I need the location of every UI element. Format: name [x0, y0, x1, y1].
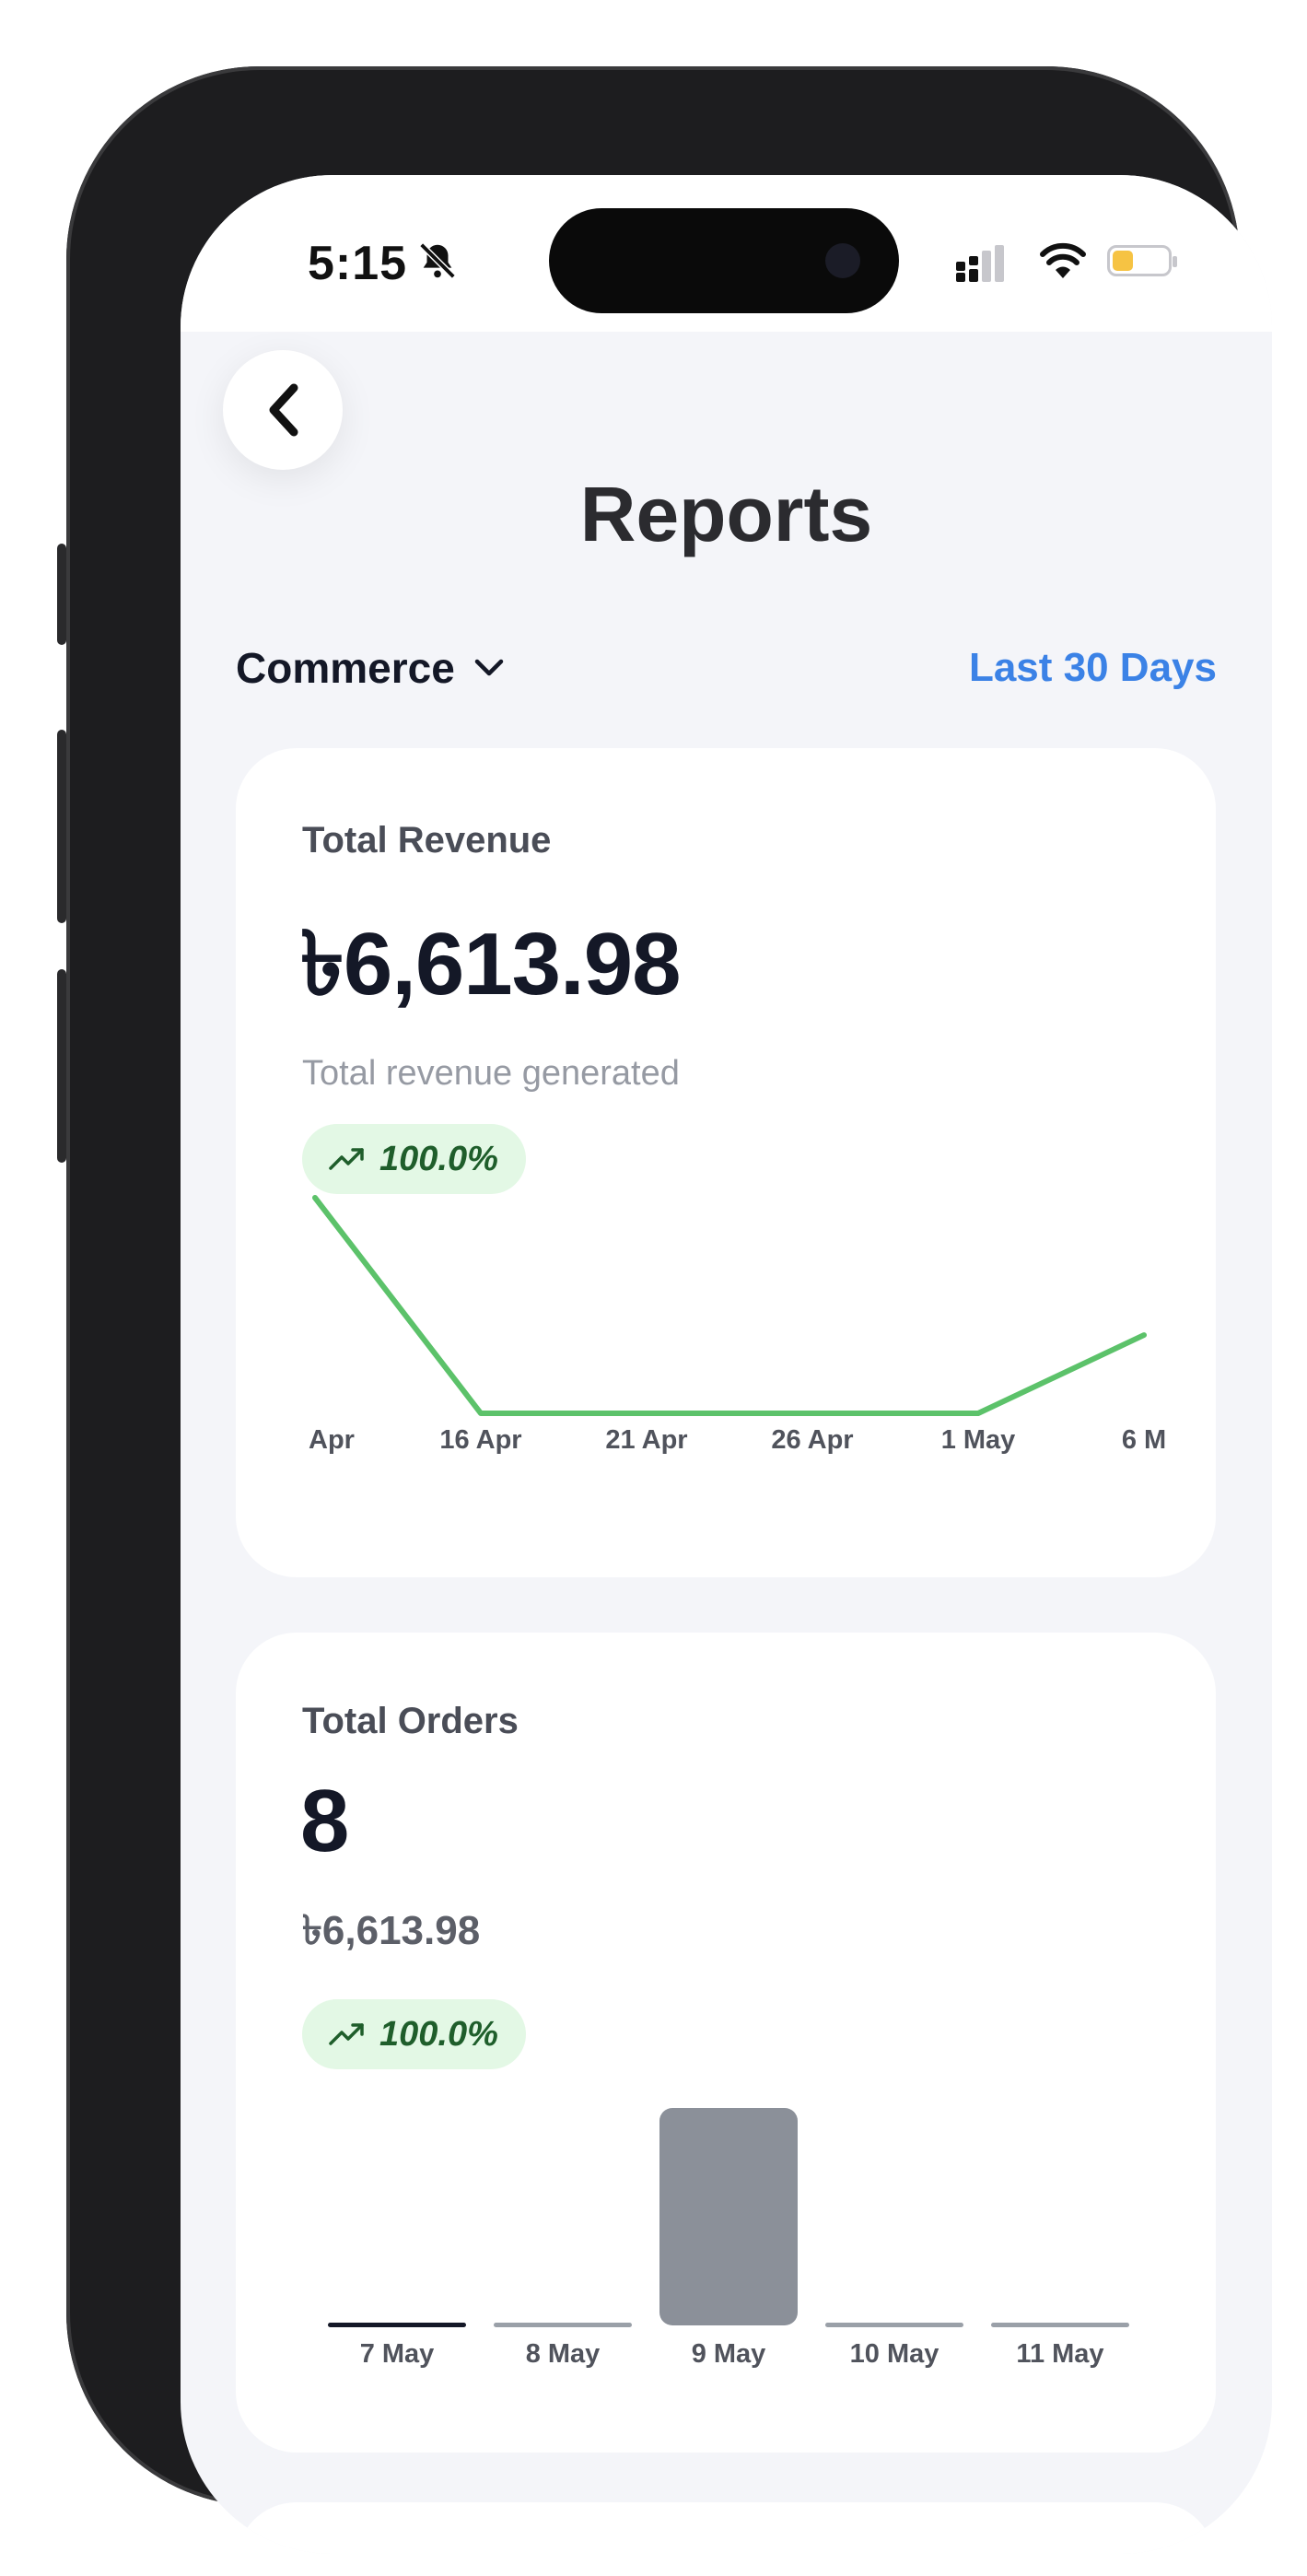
chevron-left-icon	[269, 383, 298, 437]
x-tick-label: 10 May	[850, 2339, 939, 2369]
volume-up-button	[57, 730, 66, 923]
bar[interactable]	[825, 2323, 963, 2327]
cellular-signal-icon	[956, 245, 1004, 282]
wifi-icon	[1040, 242, 1086, 278]
x-tick-label: 11 May	[1016, 2339, 1103, 2369]
volume-down-button	[57, 969, 66, 1163]
x-tick-label: 9 May	[692, 2339, 766, 2369]
revenue-change-value: 100.0%	[379, 1139, 498, 1178]
bell-muted-icon	[419, 242, 456, 279]
orders-amount: ৳6,613.98	[302, 1908, 481, 1953]
total-orders-card[interactable]: Total Orders 8 ৳6,613.98 100.0% 7 May 8 M…	[236, 1633, 1216, 2453]
status-bar: 5:15	[181, 175, 1272, 332]
bar[interactable]	[991, 2323, 1129, 2327]
x-tick-label: 21 Apr	[605, 1425, 687, 1455]
date-range-button[interactable]: Last 30 Days	[969, 645, 1217, 691]
store-selector-label: Commerce	[236, 644, 455, 692]
revenue-change-badge: 100.0%	[302, 1124, 526, 1194]
x-tick-label: 8 May	[526, 2339, 601, 2369]
x-tick-label: 6 M	[1122, 1425, 1166, 1455]
bar[interactable]	[659, 2108, 798, 2325]
orders-change-badge: 100.0%	[302, 1999, 526, 2069]
action-button	[57, 544, 66, 645]
total-revenue-card[interactable]: Total Revenue ৳6,613.98 Total revenue ge…	[236, 748, 1216, 1577]
bar[interactable]	[494, 2323, 632, 2327]
screen: 5:15 Reports Commerce Last 30 Days Total…	[181, 175, 1272, 2554]
store-selector[interactable]: Commerce	[236, 643, 505, 693]
revenue-series-line	[312, 1195, 1147, 1416]
x-tick-label: 7 May	[360, 2339, 435, 2369]
status-time: 5:15	[308, 237, 408, 290]
orders-card-label: Total Orders	[302, 1701, 519, 1741]
trend-up-icon	[329, 2023, 364, 2045]
orders-change-value: 100.0%	[379, 2014, 498, 2054]
battery-icon	[1107, 245, 1177, 276]
chevron-down-icon	[474, 659, 504, 676]
x-tick-label: Apr	[309, 1425, 355, 1455]
next-report-card[interactable]	[236, 2502, 1216, 2554]
revenue-card-label: Total Revenue	[302, 820, 552, 861]
page-title: Reports	[579, 471, 873, 557]
back-button[interactable]	[223, 350, 343, 470]
revenue-subtitle: Total revenue generated	[302, 1054, 680, 1093]
x-tick-label: 26 Apr	[771, 1425, 853, 1455]
bar[interactable]	[328, 2323, 466, 2327]
orders-value: 8	[300, 1772, 349, 1870]
x-tick-label: 1 May	[941, 1425, 1016, 1455]
revenue-value: ৳6,613.98	[300, 915, 682, 1013]
dynamic-island	[549, 208, 899, 313]
phone-frame: 5:15 Reports Commerce Last 30 Days Total…	[57, 66, 1272, 2554]
trend-up-icon	[329, 1148, 364, 1170]
x-tick-label: 16 Apr	[439, 1425, 521, 1455]
